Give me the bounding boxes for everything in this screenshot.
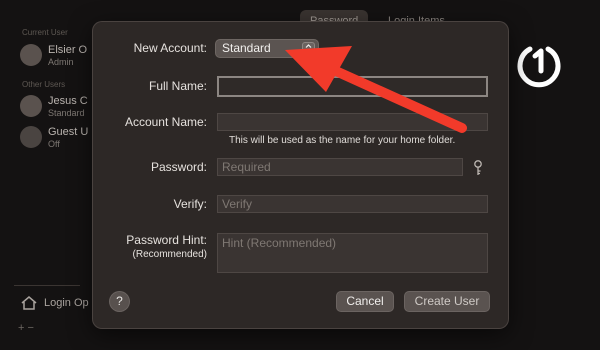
user-role: Standard [48,108,85,118]
account-name-note: This will be used as the name for your h… [229,135,456,146]
user-name: Guest U [48,126,89,138]
password-hint-label: Password Hint: [126,233,207,247]
divider [14,285,80,286]
account-name-field[interactable] [217,113,488,131]
avatar [20,95,42,117]
account-type-value: Standard [222,41,271,55]
power-one-logo-icon [517,46,561,88]
full-name-label: Full Name: [148,79,207,93]
password-label: Password: [150,160,207,174]
help-button[interactable]: ? [110,292,129,311]
login-options-label: Login Op [44,297,89,309]
add-remove-user-controls[interactable]: + − [18,322,34,334]
section-current-user: Current User [22,28,68,37]
account-type-popup[interactable]: Standard [216,40,318,57]
avatar [20,44,42,66]
key-icon[interactable] [473,159,483,177]
user-name: Elsier O [48,44,88,56]
account-name-label: Account Name: [124,115,207,129]
password-hint-sublabel: (Recommended) [132,249,207,260]
verify-field[interactable] [217,195,488,213]
avatar [20,126,42,148]
cancel-button[interactable]: Cancel [337,292,393,311]
password-field[interactable] [217,158,463,176]
user-name: Jesus C [48,95,88,107]
house-icon [21,296,37,310]
user-role: Off [48,139,60,149]
new-account-label: New Account: [133,41,207,55]
verify-label: Verify: [173,197,207,211]
section-other-users: Other Users [22,80,66,89]
user-role: Admin [48,57,74,67]
stepper-arrows-icon [302,42,315,55]
full-name-field[interactable] [217,76,488,97]
new-account-dialog: New Account: Standard Full Name: Account… [93,22,508,328]
create-user-button[interactable]: Create User [405,292,489,311]
password-hint-field[interactable] [217,233,488,273]
